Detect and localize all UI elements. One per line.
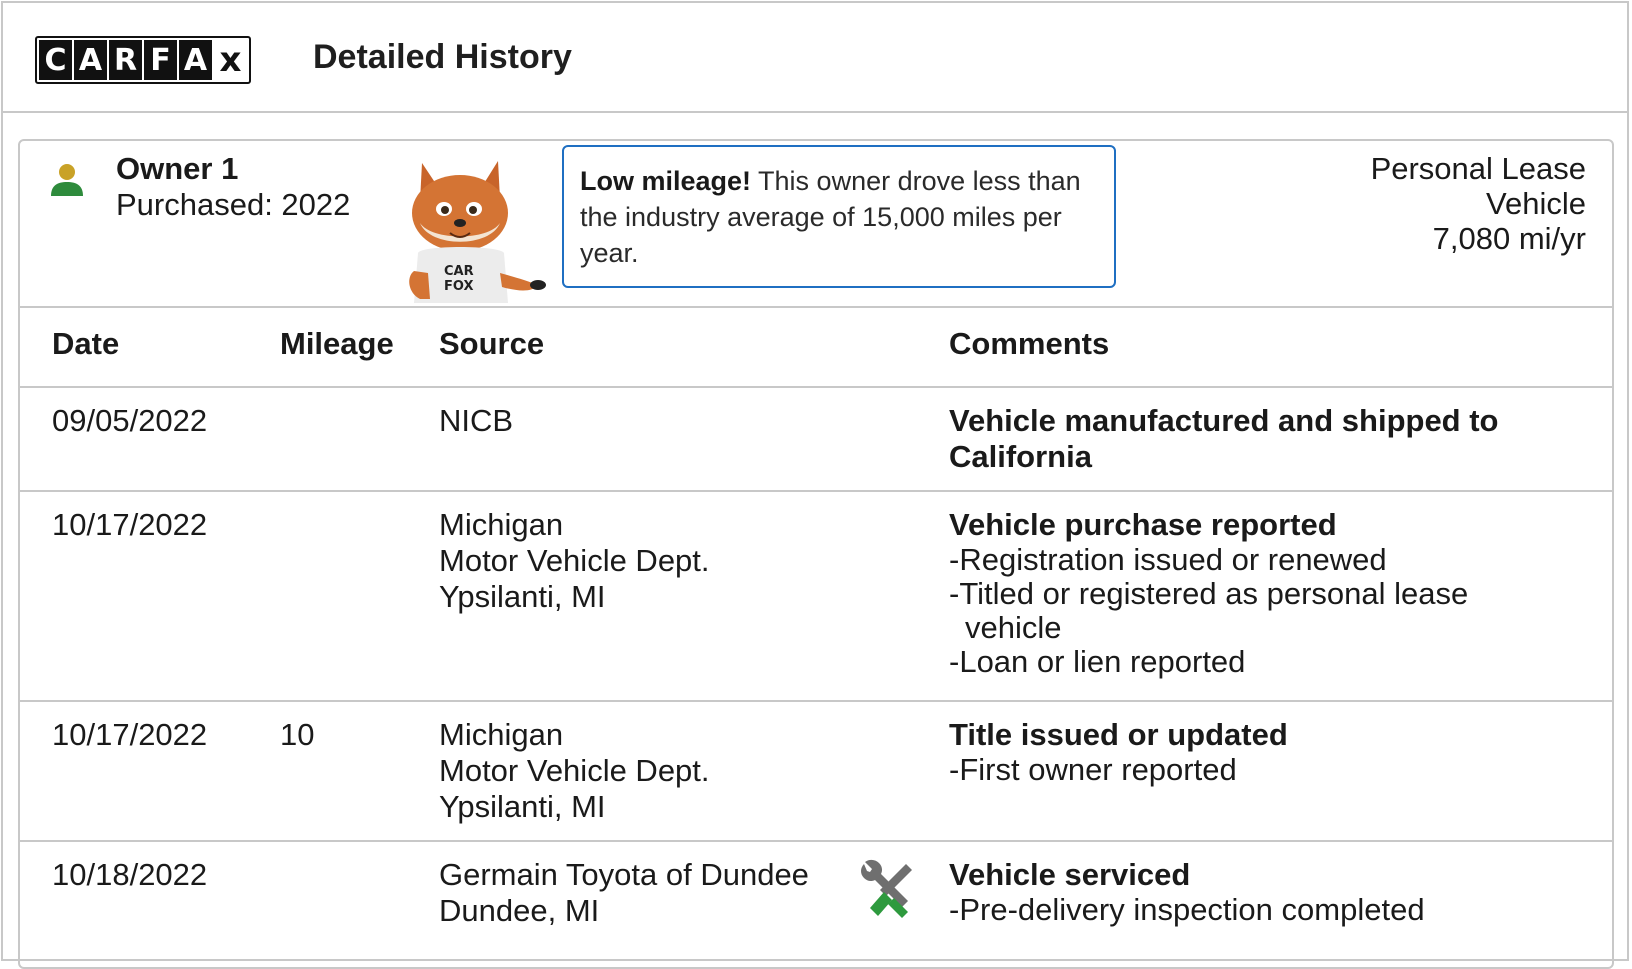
source-line: NICB — [439, 403, 514, 438]
page-title: Detailed History — [313, 38, 572, 76]
header-source: Source — [439, 326, 545, 361]
row-date: 10/18/2022 — [52, 857, 208, 892]
wrench-screwdriver-icon — [861, 859, 912, 918]
mileage-per-year: 7,080 mi/yr — [1432, 221, 1586, 256]
row-source: Germain Toyota of Dundee Dundee, MI — [439, 857, 809, 929]
comment-head: Vehicle purchase reported — [949, 507, 1337, 542]
history-table-header: Date Mileage Source Comments — [18, 306, 1614, 388]
lease-line-2: Vehicle — [1486, 186, 1586, 221]
low-mileage-callout: Low mileage! This owner drove less than … — [562, 145, 1116, 288]
person-icon — [51, 164, 83, 196]
source-line: Dundee, MI — [439, 893, 600, 928]
logo-letter: A — [74, 40, 107, 80]
row-mileage: 10 — [280, 717, 315, 752]
logo-letter: F — [144, 40, 177, 80]
owner-purchased: Purchased: 2022 — [116, 187, 351, 222]
comment-item: -Registration issued or renewed — [949, 542, 1387, 577]
source-line: Michigan — [439, 717, 564, 752]
comment-head: Vehicle serviced — [949, 857, 1191, 892]
table-row: 09/05/2022 NICB Vehicle manufactured and… — [18, 388, 1614, 492]
table-row: 10/17/2022 Michigan Motor Vehicle Dept. … — [18, 492, 1614, 702]
row-date: 10/17/2022 — [52, 717, 208, 752]
row-comments: Vehicle purchase reported -Registration … — [949, 507, 1509, 679]
row-source: Michigan Motor Vehicle Dept. Ypsilanti, … — [439, 717, 710, 825]
row-date: 09/05/2022 — [52, 403, 208, 438]
source-line: Motor Vehicle Dept. — [439, 543, 710, 578]
source-line: Ypsilanti, MI — [439, 789, 606, 824]
owner-summary: Owner 1 Purchased: 2022 CAR FOX Low mile… — [18, 139, 1614, 307]
logo-letter: R — [109, 40, 142, 80]
source-line: Michigan — [439, 507, 564, 542]
table-row: 10/17/2022 10 Michigan Motor Vehicle Dep… — [18, 702, 1614, 842]
header-date: Date — [52, 326, 120, 361]
comment-head: Title issued or updated — [949, 717, 1288, 752]
logo-letter: x — [214, 40, 247, 80]
callout-bold: Low mileage! — [580, 166, 752, 196]
logo-letter: C — [39, 40, 72, 80]
svg-text:FOX: FOX — [444, 279, 474, 294]
table-row: 10/18/2022 Germain Toyota of Dundee Dund… — [18, 842, 1614, 951]
svg-text:CAR: CAR — [444, 264, 474, 279]
comment-item: -Loan or lien reported — [949, 644, 1246, 679]
logo-letter: A — [179, 40, 212, 80]
comment-item: -Pre-delivery inspection completed — [949, 892, 1425, 927]
source-line: Motor Vehicle Dept. — [439, 753, 710, 788]
comment-item: -First owner reported — [949, 752, 1237, 787]
comment-head: Vehicle manufactured and shipped to Cali… — [949, 403, 1499, 474]
header-comments: Comments — [949, 326, 1110, 361]
comment-item: -Titled or registered as personal lease … — [949, 576, 1469, 645]
ownership-type: Personal Lease Vehicle 7,080 mi/yr — [1286, 151, 1586, 256]
row-comments: Vehicle manufactured and shipped to Cali… — [949, 403, 1509, 475]
report-header: C A R F A x Detailed History — [3, 3, 1629, 113]
row-source: NICB — [439, 403, 513, 439]
header-mileage: Mileage — [280, 326, 394, 361]
carfox-mascot: CAR FOX — [409, 161, 546, 303]
row-comments: Vehicle serviced -Pre-delivery inspectio… — [949, 857, 1509, 927]
owner-name: Owner 1 — [116, 151, 239, 186]
source-line: Germain Toyota of Dundee — [439, 857, 809, 892]
source-line: Ypsilanti, MI — [439, 579, 606, 614]
row-date: 10/17/2022 — [52, 507, 208, 542]
carfax-logo[interactable]: C A R F A x — [35, 36, 251, 84]
row-source: Michigan Motor Vehicle Dept. Ypsilanti, … — [439, 507, 710, 615]
row-comments: Title issued or updated -First owner rep… — [949, 717, 1509, 787]
lease-line-1: Personal Lease — [1370, 151, 1586, 186]
